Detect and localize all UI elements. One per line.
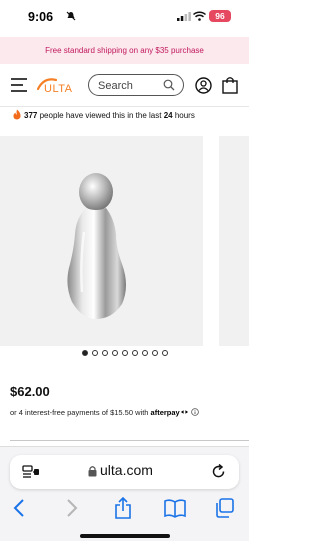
- wifi-icon: [193, 11, 206, 21]
- search-box[interactable]: [88, 74, 184, 96]
- home-indicator: [80, 534, 170, 538]
- fire-icon: [13, 109, 21, 120]
- afterpay-logo: afterpay: [150, 408, 180, 417]
- info-icon[interactable]: [191, 408, 199, 416]
- product-image[interactable]: [0, 136, 203, 346]
- carousel-pagination[interactable]: [0, 350, 249, 360]
- section-divider: [10, 440, 249, 441]
- carousel-dot[interactable]: [131, 350, 138, 356]
- forward-icon: [67, 499, 78, 517]
- viewed-text-after: hours: [174, 111, 195, 120]
- recently-viewed-notice: 377 people have viewed this in the last …: [0, 106, 249, 126]
- share-icon: [115, 496, 131, 519]
- search-icon[interactable]: [163, 79, 175, 91]
- carousel-dot[interactable]: [101, 350, 108, 356]
- back-button[interactable]: [12, 497, 26, 519]
- ulta-logo[interactable]: ULTA: [36, 75, 88, 95]
- next-product-image-peek[interactable]: [219, 136, 249, 346]
- viewed-hours: 24: [163, 111, 173, 120]
- perfume-bottle-image: [67, 173, 126, 319]
- carousel-dot[interactable]: [151, 350, 158, 356]
- lock-icon: [88, 466, 97, 477]
- bookmarks-icon: [164, 499, 186, 518]
- user-icon[interactable]: [195, 77, 212, 94]
- forward-button[interactable]: [65, 497, 79, 519]
- product-price: $62.00: [10, 384, 50, 399]
- carousel-dot[interactable]: [111, 350, 118, 356]
- back-icon: [13, 499, 24, 517]
- carousel-dot[interactable]: [161, 350, 168, 356]
- url-text[interactable]: ulta.com: [100, 462, 153, 478]
- afterpay-installments[interactable]: or 4 interest-free payments of $15.50 wi…: [10, 408, 199, 417]
- status-bar: 9:06 96: [0, 0, 249, 36]
- carousel-dot[interactable]: [141, 350, 148, 356]
- carousel-dot[interactable]: [81, 350, 88, 356]
- logo-text: ULTA: [44, 83, 73, 95]
- installment-with: with: [135, 408, 149, 417]
- tabs-icon: [216, 498, 234, 518]
- site-header: ULTA: [0, 64, 249, 106]
- bookmarks-button[interactable]: [164, 497, 186, 519]
- share-button[interactable]: [114, 496, 132, 519]
- search-input[interactable]: [98, 78, 164, 93]
- battery-indicator: 96: [209, 10, 231, 22]
- address-bar[interactable]: ulta.com: [10, 455, 239, 489]
- installment-prefix: or 4 interest-free payments of: [10, 408, 108, 417]
- status-time: 9:06: [28, 10, 54, 24]
- product-image-carousel[interactable]: [0, 136, 249, 346]
- cellular-signal-icon: [177, 12, 191, 21]
- carousel-dot[interactable]: [121, 350, 128, 356]
- afterpay-arrows-icon: [180, 410, 188, 414]
- promo-banner[interactable]: Free standard shipping on any $35 purcha…: [0, 37, 249, 64]
- reader-icon[interactable]: [22, 465, 40, 479]
- browser-toolbar: ulta.com: [0, 446, 249, 541]
- tabs-button[interactable]: [215, 497, 235, 519]
- installment-amount: $15.50: [110, 408, 134, 417]
- reload-icon[interactable]: [211, 464, 226, 479]
- viewed-count: 377: [24, 111, 38, 120]
- carousel-dot[interactable]: [91, 350, 98, 356]
- menu-icon[interactable]: [10, 76, 28, 94]
- bag-icon[interactable]: [222, 76, 238, 94]
- viewed-text-before: people have viewed this in the last: [39, 111, 162, 120]
- bell-muted-icon: [66, 11, 76, 21]
